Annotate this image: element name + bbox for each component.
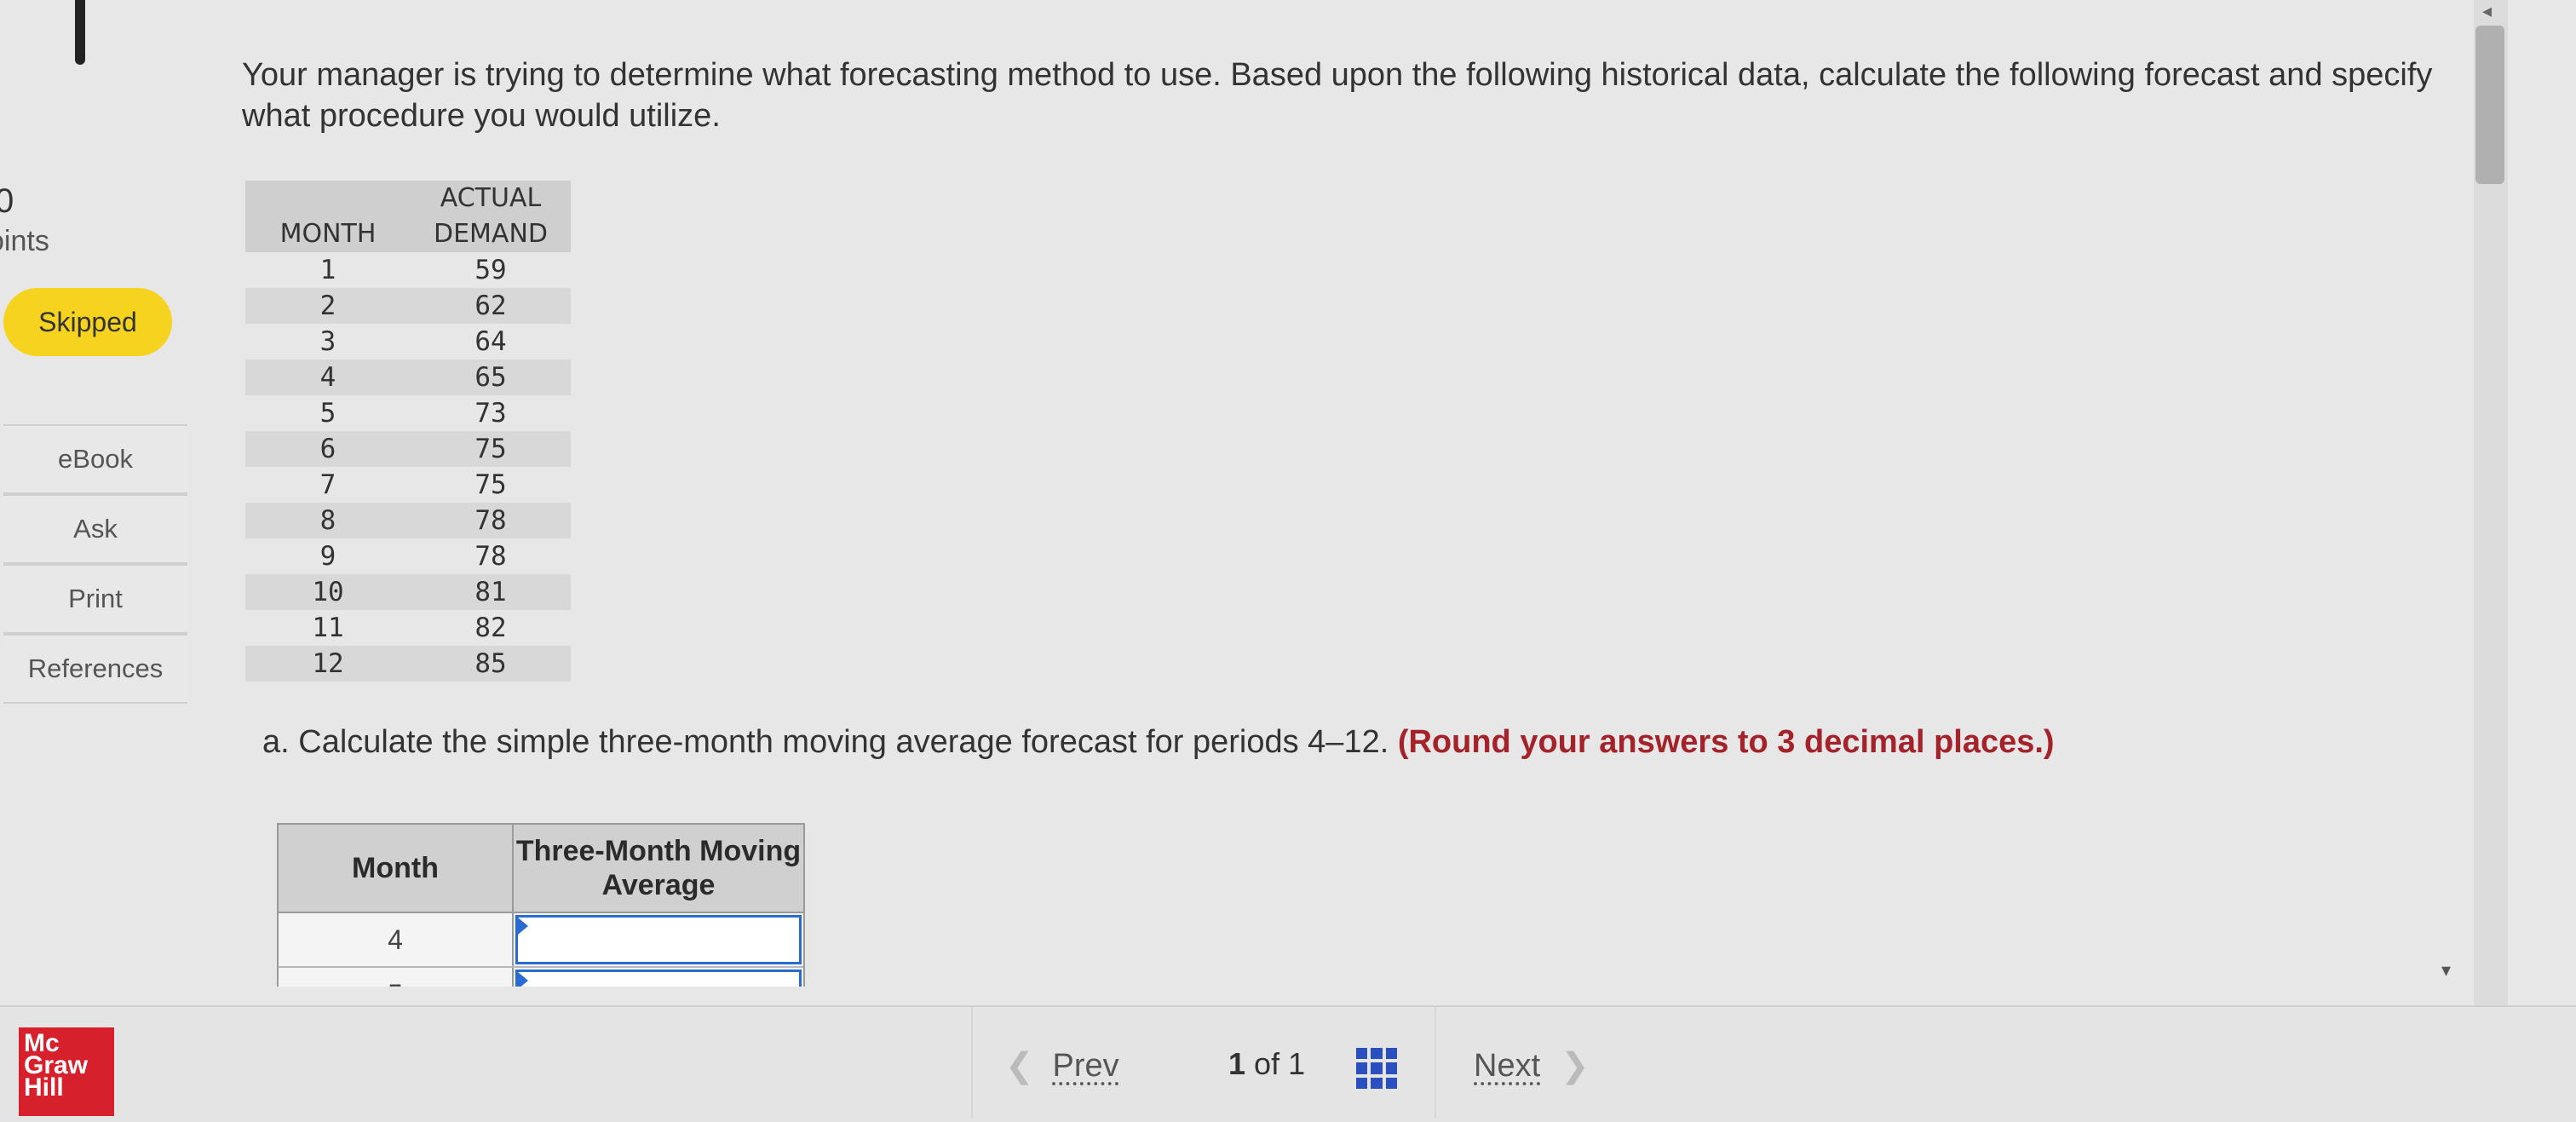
scroll-up-icon[interactable]: ◂ — [2482, 0, 2492, 22]
demand-cell: 75 — [411, 431, 571, 467]
month-cell: 8 — [245, 503, 411, 538]
demand-cell: 59 — [474, 255, 507, 285]
moving-average-input[interactable] — [515, 915, 802, 964]
table-row: 9 78 — [245, 538, 571, 574]
of-label: of — [1254, 1046, 1280, 1081]
demand-cell: 65 — [411, 360, 571, 395]
prev-button[interactable]: ❮ Prev — [1005, 1046, 1119, 1085]
demand-cell: 85 — [411, 646, 571, 682]
month-cell: 4 — [245, 360, 411, 395]
ask-link[interactable]: Ask — [3, 494, 187, 564]
answer-table-header: Month Three-Month Moving Average — [279, 825, 803, 913]
month-cell: 3 — [319, 326, 336, 357]
chevron-left-icon: ❮ — [1005, 1047, 1034, 1085]
month-cell: 1 — [319, 255, 336, 285]
logo-line-3: Hill — [24, 1073, 64, 1102]
top-edge-marker — [75, 0, 85, 65]
month-cell: 2 — [245, 288, 411, 324]
demand-cell: 62 — [411, 288, 571, 324]
demand-cell: 75 — [474, 469, 507, 500]
next-button[interactable]: Next ❯ — [1474, 1046, 1590, 1085]
part-a-question: a. Calculate the simple three-month movi… — [262, 724, 1389, 760]
month-cell: 7 — [319, 469, 336, 500]
table-row: 7 75 — [245, 467, 571, 503]
demand-cell: 78 — [411, 503, 571, 538]
answer-row: 5 — [279, 968, 803, 987]
month-cell: 12 — [245, 646, 411, 682]
month-cell: 6 — [245, 431, 411, 467]
current-page: 1 — [1228, 1046, 1246, 1081]
points-value: 0 — [0, 182, 14, 220]
table-row: 1 59 — [245, 252, 571, 288]
table-row: 4 65 — [245, 360, 571, 395]
table-row: 11 82 — [245, 610, 571, 646]
moving-average-header: Three-Month Moving Average — [515, 835, 802, 901]
month-cell: 10 — [245, 574, 411, 610]
demand-cell: 78 — [474, 541, 507, 572]
table-row: 5 73 — [245, 395, 571, 431]
footer-divider — [971, 1007, 973, 1118]
demand-cell: 73 — [474, 398, 507, 429]
answer-month-cell: 4 — [279, 913, 514, 966]
month-cell: 11 — [312, 613, 344, 643]
table-row: 12 85 — [245, 646, 571, 682]
month-cell: 9 — [319, 541, 336, 572]
next-label: Next — [1474, 1047, 1541, 1084]
month-column-header: MONTH — [245, 181, 411, 252]
demand-cell: 82 — [474, 613, 507, 643]
table-row: 2 62 — [245, 288, 571, 324]
answer-table: Month Three-Month Moving Average 4 5 — [277, 823, 805, 987]
question-text: Your manager is trying to determine what… — [242, 57, 2433, 134]
actual-demand-column-header: ACTUAL DEMAND — [411, 181, 571, 252]
page-indicator: 1 of 1 — [1228, 1046, 1305, 1082]
table-row: 6 75 — [245, 431, 571, 467]
table-row: 10 81 — [245, 574, 571, 610]
ebook-link[interactable]: eBook — [3, 424, 187, 494]
month-header: Month — [279, 825, 514, 912]
table-row: 8 78 — [245, 503, 571, 538]
points-label: oints — [0, 225, 49, 257]
answer-month-cell: 5 — [279, 968, 514, 987]
rounding-hint: (Round your answers to 3 decimal places.… — [1397, 724, 2055, 760]
demand-cell: 81 — [411, 574, 571, 610]
answer-row: 4 — [279, 913, 803, 968]
prev-label: Prev — [1052, 1047, 1119, 1084]
scrollbar-thumb[interactable] — [2475, 26, 2504, 184]
part-a-prompt: a. Calculate the simple three-month movi… — [262, 724, 2055, 761]
total-pages: 1 — [1288, 1046, 1306, 1081]
demand-cell: 64 — [474, 326, 507, 357]
mcgraw-hill-logo: Mc Graw Hill — [19, 1027, 114, 1116]
historical-data-table: MONTH ACTUAL DEMAND 1 59 2 62 3 64 4 65 5 73 6 75 7 7… — [245, 181, 571, 682]
status-badge: Skipped — [3, 288, 172, 356]
month-cell: 5 — [319, 398, 336, 429]
scroll-down-icon[interactable]: ▾ — [2441, 959, 2451, 981]
footer-divider — [1435, 1007, 1436, 1118]
print-link[interactable]: Print — [3, 564, 187, 634]
chevron-right-icon: ❯ — [1561, 1047, 1590, 1085]
table-row: 3 64 — [245, 324, 571, 360]
references-link[interactable]: References — [3, 634, 187, 704]
grid-icon[interactable] — [1356, 1048, 1397, 1089]
moving-average-input[interactable] — [515, 970, 802, 987]
